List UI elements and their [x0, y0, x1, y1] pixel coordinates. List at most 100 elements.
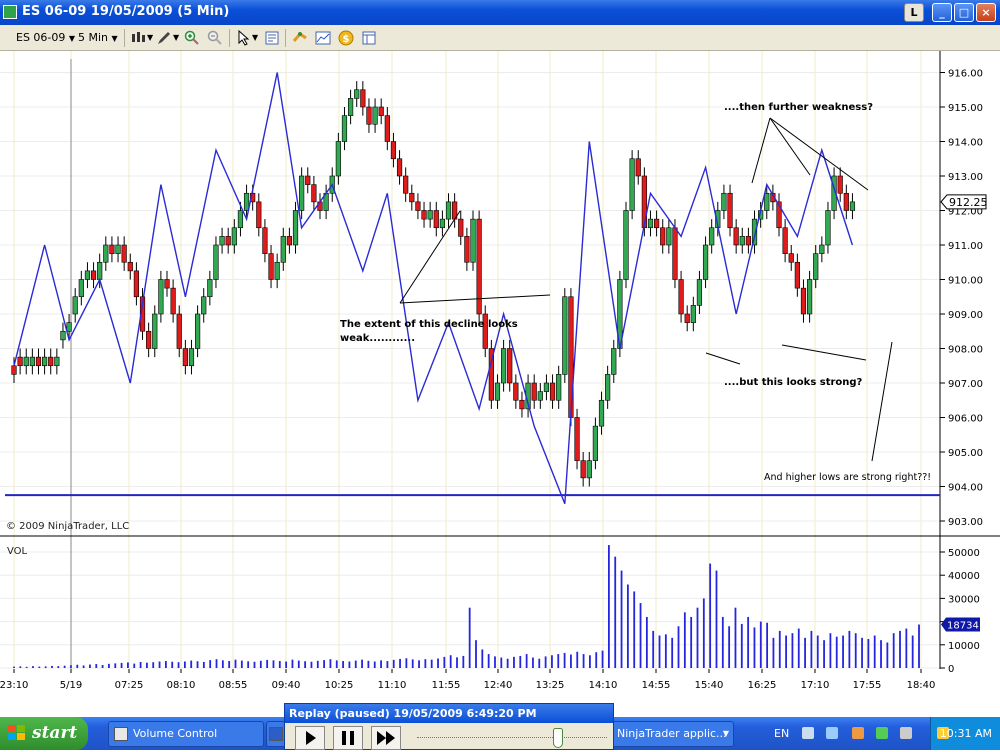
- price-tick-label: 910.00: [948, 276, 983, 287]
- volume-tick-label: 30000: [948, 594, 980, 605]
- volume-bar: [354, 660, 357, 668]
- volume-bar: [114, 663, 117, 668]
- price-tick-label: 909.00: [948, 310, 983, 321]
- candle-body: [513, 382, 519, 401]
- tray-app-icon[interactable]: [852, 727, 864, 739]
- volume-bar: [576, 651, 579, 668]
- candle-body: [843, 192, 849, 211]
- volume-bar: [70, 665, 72, 668]
- volume-bar: [373, 661, 376, 668]
- time-tick-label: 16:25: [748, 680, 777, 691]
- tray-app-icon[interactable]: [900, 727, 912, 739]
- zoom-out-icon[interactable]: [207, 30, 223, 46]
- candle-body: [470, 218, 476, 263]
- interval-selector[interactable]: 5 Min ▼: [78, 28, 118, 48]
- volume-bar: [766, 622, 769, 668]
- volume-bar: [500, 657, 503, 668]
- network-icon[interactable]: [802, 727, 814, 739]
- instrument-selector[interactable]: ES 06-09 ▼: [16, 28, 75, 48]
- time-tick-label: 17:55: [853, 680, 882, 691]
- volume-bar: [658, 635, 661, 668]
- play-icon: [306, 731, 316, 745]
- chevron-down-icon[interactable]: ▼: [173, 28, 179, 48]
- volume-bar: [595, 652, 598, 668]
- volume-tick-label: 10000: [948, 641, 980, 652]
- volume-bar: [348, 661, 351, 668]
- task-word-document[interactable]: [266, 721, 286, 747]
- volume-bar: [266, 659, 269, 668]
- volume-bar: [557, 654, 560, 668]
- data-box-icon[interactable]: [361, 30, 377, 46]
- task-ninjatrader[interactable]: NinjaTrader applic... ▼: [612, 721, 734, 747]
- chevron-down-icon[interactable]: ▼: [252, 28, 258, 48]
- indicator-icon[interactable]: [315, 30, 331, 46]
- candle-body: [556, 374, 562, 401]
- volume-bar: [221, 660, 224, 668]
- candle-body: [849, 201, 856, 211]
- time-tick-label: 13:25: [536, 680, 565, 691]
- candle-body: [543, 382, 550, 392]
- title-bar[interactable]: ES 06-09 19/05/2009 (5 Min) L _ □ ×: [0, 0, 1000, 25]
- volume-bar: [639, 603, 642, 668]
- candle-body: [256, 201, 262, 229]
- volume-bar: [854, 633, 857, 668]
- replay-title: Replay (paused) 19/05/2009 6:49:20 PM: [285, 704, 613, 723]
- time-tick-label: 11:55: [432, 680, 461, 691]
- time-tick-label: 14:10: [589, 680, 618, 691]
- candle-body: [494, 382, 501, 401]
- zigzag-indicator[interactable]: [13, 72, 854, 505]
- strategy-icon[interactable]: [292, 30, 308, 46]
- play-button[interactable]: [295, 726, 325, 750]
- window-title: ES 06-09 19/05/2009 (5 Min): [22, 4, 230, 19]
- volume-bar: [209, 660, 212, 668]
- chart-toolbar: ES 06-09 ▼ 5 Min ▼ ▼ ▼ ▼ $: [0, 25, 1000, 51]
- volume-bars[interactable]: [13, 545, 920, 668]
- language-indicator[interactable]: EN: [774, 727, 789, 740]
- zoom-in-icon[interactable]: [184, 30, 200, 46]
- replay-speed-track[interactable]: [417, 737, 607, 739]
- minimize-button[interactable]: _: [932, 3, 952, 22]
- task-volume-control[interactable]: Volume Control: [108, 721, 264, 747]
- volume-bar: [861, 637, 863, 668]
- sound-icon[interactable]: [826, 727, 838, 739]
- close-button[interactable]: ×: [976, 3, 996, 22]
- chart-canvas[interactable]: 903.00 904.00 905.00 906.00 907.00 908.00 909.…: [0, 51, 1000, 717]
- candle-body: [507, 348, 513, 384]
- replay-speed-slider[interactable]: [553, 728, 563, 748]
- toolbar-separator: [285, 29, 286, 47]
- volume-panel-label: VOL: [7, 546, 28, 557]
- tray-app-icon[interactable]: [876, 727, 888, 739]
- drawing-pencil-icon[interactable]: [156, 30, 172, 46]
- volume-bar: [304, 661, 307, 668]
- fast-forward-button[interactable]: [371, 726, 401, 750]
- volume-bar: [177, 662, 180, 668]
- time-tick-label: 11:10: [378, 680, 407, 691]
- clock[interactable]: 10:31 AM: [940, 727, 992, 740]
- dollar-icon[interactable]: $: [338, 30, 354, 46]
- start-button[interactable]: start: [0, 717, 88, 750]
- price-tick-label: 908.00: [948, 345, 983, 356]
- link-button[interactable]: L: [904, 3, 924, 22]
- candle-body: [372, 106, 378, 125]
- maximize-button[interactable]: □: [954, 3, 974, 22]
- volume-bar: [778, 630, 781, 668]
- candle-body: [702, 244, 709, 280]
- candle-body: [794, 261, 800, 289]
- properties-icon[interactable]: [264, 30, 280, 46]
- pause-button[interactable]: [333, 726, 363, 750]
- candle-body: [97, 261, 103, 280]
- chevron-down-icon[interactable]: ▼: [147, 28, 153, 48]
- volume-bar: [797, 628, 800, 668]
- bar-type-icon[interactable]: [130, 30, 146, 46]
- candle-body: [605, 374, 611, 401]
- candle-body: [243, 192, 250, 211]
- chart-panel[interactable]: 903.00 904.00 905.00 906.00 907.00 908.00 909.…: [0, 51, 1000, 717]
- replay-control-window[interactable]: Replay (paused) 19/05/2009 6:49:20 PM: [284, 703, 614, 750]
- time-axis: 23:10 5/19 07:25 08:10 08:55 09:40 10:25 11:10 1…: [0, 669, 935, 691]
- time-tick-label: 15:40: [695, 680, 724, 691]
- cursor-icon[interactable]: [236, 30, 252, 46]
- time-tick-label: 08:10: [167, 680, 196, 691]
- volume-bar: [582, 654, 585, 668]
- volume-bar: [342, 661, 344, 668]
- volume-bar: [519, 655, 522, 668]
